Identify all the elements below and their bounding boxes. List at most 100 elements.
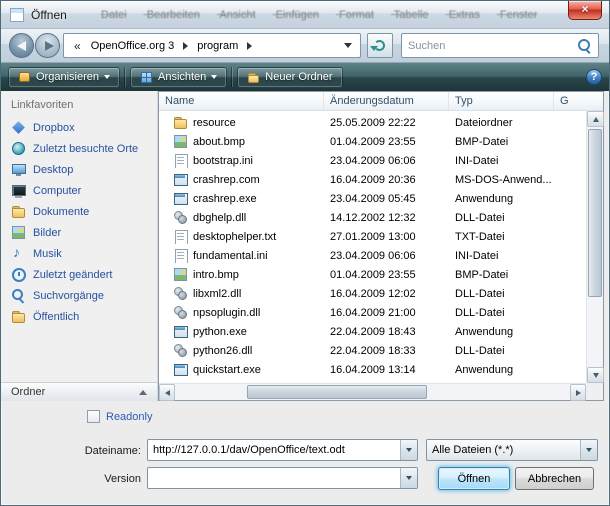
version-select[interactable] <box>147 467 418 489</box>
filename-combobox[interactable] <box>147 439 418 461</box>
sidebar-item-searches[interactable]: Suchvorgänge <box>1 285 157 306</box>
forward-button[interactable] <box>35 33 60 58</box>
file-date: 22.04.2009 18:33 <box>324 345 449 357</box>
search-input[interactable] <box>408 40 577 52</box>
views-button[interactable]: Ansichten <box>130 67 227 88</box>
breadcrumb-separator-icon[interactable] <box>183 42 188 50</box>
sidebar-item-dropbox[interactable]: Dropbox <box>1 117 157 138</box>
triangle-down-icon <box>593 373 599 378</box>
folders-expander[interactable]: Ordner <box>1 382 157 401</box>
file-type: Anwendung <box>449 364 554 376</box>
column-header-size[interactable]: G <box>554 92 603 110</box>
file-date: 23.04.2009 06:06 <box>324 155 449 167</box>
organize-button[interactable]: Organisieren <box>8 67 120 88</box>
column-header-date[interactable]: Änderungsdatum <box>324 92 449 110</box>
scroll-down-button[interactable] <box>587 367 604 383</box>
sidebar-item-recent-changed[interactable]: Zuletzt geändert <box>1 264 157 285</box>
file-type-icon <box>173 134 188 149</box>
sidebar-item-label: Dokumente <box>33 206 89 218</box>
file-row[interactable]: quickstart.exe 16.04.2009 13:14 Anwendun… <box>159 360 586 379</box>
background-menu-item: Fenster <box>500 9 537 21</box>
toolbar-separator <box>231 67 233 87</box>
file-row[interactable]: intro.bmp 01.04.2009 23:55 BMP-Datei <box>159 265 586 284</box>
file-row[interactable]: crashrep.com 16.04.2009 20:36 MS-DOS-Anw… <box>159 170 586 189</box>
scroll-up-button[interactable] <box>587 111 604 127</box>
chevron-down-icon <box>104 75 110 79</box>
file-row[interactable]: python26.dll 22.04.2009 18:33 DLL-Datei <box>159 341 586 360</box>
file-row[interactable]: npsoplugin.dll 16.04.2009 21:00 DLL-Date… <box>159 303 586 322</box>
recent-changed-icon <box>11 267 26 282</box>
filename-input[interactable] <box>148 444 400 456</box>
chevron-down-icon <box>586 448 592 452</box>
file-name: intro.bmp <box>193 269 239 281</box>
file-type: TXT-Datei <box>449 231 554 243</box>
triangle-left-icon <box>165 390 170 396</box>
new-folder-button[interactable]: Neuer Ordner <box>237 67 342 88</box>
file-row[interactable]: resource 25.05.2009 22:22 Dateiordner <box>159 113 586 132</box>
titlebar[interactable]: Öffnen Datei Bearbeiten Ansicht Einfügen… <box>1 1 609 29</box>
file-row[interactable]: bootstrap.ini 23.04.2009 06:06 INI-Datei <box>159 151 586 170</box>
help-button[interactable]: ? <box>586 69 602 85</box>
column-header-name[interactable]: Name <box>159 92 324 110</box>
file-date: 25.05.2009 22:22 <box>324 117 449 129</box>
vertical-scroll-thumb[interactable] <box>588 129 602 297</box>
file-row[interactable]: python.exe 22.04.2009 18:43 Anwendung <box>159 322 586 341</box>
file-type-icon <box>173 343 188 358</box>
breadcrumb-separator-icon[interactable] <box>247 42 252 50</box>
breadcrumb-item-openoffice[interactable]: OpenOffice.org 3 <box>87 40 179 52</box>
sidebar-item-pictures[interactable]: Bilder <box>1 222 157 243</box>
vertical-scrollbar[interactable] <box>586 111 603 383</box>
sidebar-item-documents[interactable]: Dokumente <box>1 201 157 222</box>
file-row[interactable]: fundamental.ini 23.04.2009 06:06 INI-Dat… <box>159 246 586 265</box>
filetype-dropdown-button[interactable] <box>580 440 597 460</box>
breadcrumb-overflow-button[interactable]: « <box>68 39 87 53</box>
sidebar-item-music[interactable]: Musik <box>1 243 157 264</box>
sidebar-item-label: Bilder <box>33 227 61 239</box>
background-menu-item: Tabelle <box>394 9 429 21</box>
file-date: 27.01.2009 13:00 <box>324 231 449 243</box>
close-button[interactable]: × <box>568 1 602 20</box>
file-row[interactable]: crashrep.exe 23.04.2009 05:45 Anwendung <box>159 189 586 208</box>
file-row[interactable]: libxml2.dll 16.04.2009 12:02 DLL-Datei <box>159 284 586 303</box>
breadcrumb-dropdown-icon[interactable] <box>344 43 352 48</box>
readonly-checkbox[interactable] <box>87 410 100 423</box>
file-row[interactable]: desktophelper.txt 27.01.2009 13:00 TXT-D… <box>159 227 586 246</box>
scroll-left-button[interactable] <box>159 384 175 401</box>
file-name: libxml2.dll <box>193 288 241 300</box>
file-row[interactable]: dbghelp.dll 14.12.2002 12:32 DLL-Datei <box>159 208 586 227</box>
forward-arrow-icon <box>45 41 54 51</box>
file-rows: resource 25.05.2009 22:22 Dateiordner ab… <box>159 111 586 383</box>
sidebar-item-public[interactable]: Öffentlich <box>1 306 157 327</box>
refresh-button[interactable] <box>367 33 393 58</box>
sidebar-item-recent-places[interactable]: Zuletzt besuchte Orte <box>1 138 157 159</box>
open-button[interactable]: Öffnen <box>438 467 510 490</box>
file-row[interactable]: about.bmp 01.04.2009 23:55 BMP-Datei <box>159 132 586 151</box>
horizontal-scrollbar[interactable] <box>159 383 586 400</box>
search-box[interactable] <box>401 33 599 58</box>
dialog-icon <box>10 8 24 22</box>
version-dropdown-button[interactable] <box>400 468 417 488</box>
sidebar-item-computer[interactable]: Computer <box>1 180 157 201</box>
filename-dropdown-button[interactable] <box>400 440 417 460</box>
file-type: MS-DOS-Anwend... <box>449 174 554 186</box>
background-menu-item: Format <box>339 9 374 21</box>
search-icon[interactable] <box>577 38 592 53</box>
filetype-select[interactable]: Alle Dateien (*.*) <box>426 439 598 461</box>
breadcrumb[interactable]: « OpenOffice.org 3 program <box>63 33 361 58</box>
column-header-type[interactable]: Typ <box>449 92 554 110</box>
folder-icon <box>173 115 188 130</box>
back-arrow-icon <box>17 41 26 51</box>
background-menu-item: Datei <box>101 9 127 21</box>
background-menu-item: Ansicht <box>219 9 255 21</box>
views-icon <box>140 71 153 84</box>
sidebar-item-label: Dropbox <box>33 122 75 134</box>
chevron-up-icon <box>139 390 147 395</box>
cancel-button[interactable]: Abbrechen <box>515 467 594 490</box>
file-name: bootstrap.ini <box>193 155 253 167</box>
chevron-down-icon <box>406 448 412 452</box>
scroll-right-button[interactable] <box>570 384 586 401</box>
breadcrumb-item-program[interactable]: program <box>193 40 242 52</box>
sidebar-item-desktop[interactable]: Desktop <box>1 159 157 180</box>
horizontal-scroll-thumb[interactable] <box>247 385 427 399</box>
back-button[interactable] <box>9 33 34 58</box>
